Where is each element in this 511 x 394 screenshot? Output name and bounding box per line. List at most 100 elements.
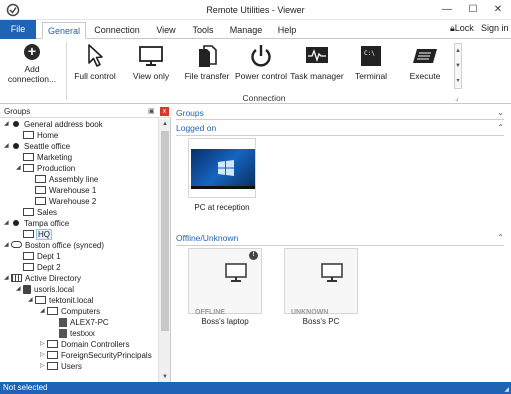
- panel-close-icon[interactable]: x: [160, 107, 169, 116]
- expand-toggle-icon[interactable]: ◢: [4, 273, 11, 284]
- tree-item-label: Production: [37, 164, 76, 173]
- windows-logo-icon: [218, 160, 234, 176]
- tree-item[interactable]: ◢ tektonit.local: [28, 295, 93, 306]
- power-control-button[interactable]: Power control: [235, 41, 287, 89]
- groups-panel-header: Groups ▣ x: [0, 105, 171, 118]
- expand-toggle-icon[interactable]: ▷: [40, 361, 47, 372]
- gallery-down-icon[interactable]: ▼: [455, 59, 461, 74]
- tree-item[interactable]: Dept 1: [16, 251, 61, 262]
- tab-connection[interactable]: Connection: [92, 22, 142, 39]
- lock-button[interactable]: 🔒︎Lock: [450, 23, 474, 34]
- tree-item[interactable]: Warehouse 1: [28, 185, 96, 196]
- execute-button[interactable]: Execute: [400, 41, 450, 89]
- scroll-up-icon[interactable]: ▲: [159, 119, 171, 129]
- maximize-button[interactable]: ☐: [460, 0, 486, 20]
- pin-icon[interactable]: ▣: [148, 107, 155, 115]
- tree-item[interactable]: testxxx: [52, 328, 95, 339]
- tab-tools[interactable]: Tools: [188, 22, 218, 39]
- expand-toggle-icon[interactable]: ▷: [40, 339, 47, 350]
- tree-item[interactable]: ALEX7-PC: [52, 317, 109, 328]
- file-tab[interactable]: File: [0, 20, 36, 39]
- expand-toggle-icon[interactable]: ◢: [4, 218, 11, 229]
- tab-manage[interactable]: Manage: [226, 22, 266, 39]
- section-divider: [176, 135, 504, 136]
- expand-toggle-icon[interactable]: ▷: [40, 350, 47, 361]
- tree-item[interactable]: ▷ Domain Controllers: [40, 339, 129, 350]
- tree-item-label: tektonit.local: [49, 296, 94, 305]
- view-only-button[interactable]: View only: [126, 41, 176, 89]
- tree-item[interactable]: ◢ Boston office (synced): [4, 240, 104, 251]
- tree-item-label: Computers: [61, 307, 101, 316]
- task-manager-label: Task manager: [290, 71, 344, 81]
- tree-item[interactable]: ▷ ForeignSecurityPrincipals: [40, 350, 152, 361]
- expand-toggle-icon[interactable]: ◢: [28, 295, 35, 306]
- tree-item[interactable]: ◢ Computers: [40, 306, 100, 317]
- close-button[interactable]: ✕: [485, 0, 511, 20]
- chevron-up-icon[interactable]: ⌃: [497, 233, 504, 242]
- chevron-up-icon[interactable]: ⌃: [497, 123, 504, 132]
- tree-item[interactable]: ▷ Users: [40, 361, 82, 372]
- chevron-down-icon[interactable]: ⌄: [497, 108, 504, 117]
- logged-on-section-header[interactable]: Logged on ⌃: [176, 123, 504, 135]
- tree-item[interactable]: HQ: [16, 229, 52, 240]
- file-transfer-label: File transfer: [184, 71, 230, 81]
- offline-section-header[interactable]: Offline/Unknown ⌃: [176, 233, 504, 245]
- full-control-label: Full control: [74, 71, 116, 81]
- expand-toggle-icon[interactable]: ◢: [40, 306, 47, 317]
- folder-icon: [23, 131, 34, 139]
- tree-item[interactable]: Marketing: [16, 152, 72, 163]
- minimize-button[interactable]: —: [434, 0, 460, 20]
- expand-toggle-icon[interactable]: ◢: [4, 119, 11, 130]
- tree-item[interactable]: ◢ usoris.local: [16, 284, 74, 295]
- folder-icon: [47, 362, 58, 370]
- cloud-icon: [11, 241, 22, 248]
- tree-item-label: General address book: [24, 120, 103, 129]
- file-transfer-button[interactable]: File transfer: [182, 41, 232, 89]
- ribbon-gallery-scroll[interactable]: ▲ ▼ ▾: [454, 43, 462, 89]
- gallery-up-icon[interactable]: ▲: [455, 44, 461, 59]
- tree-item[interactable]: Warehouse 2: [28, 196, 96, 207]
- offline-thumbnail: ! OFFLINE: [188, 248, 262, 316]
- expand-toggle-icon[interactable]: ◢: [16, 163, 23, 174]
- tree-item[interactable]: ◢ Seattle office: [4, 141, 70, 152]
- folder-icon: [23, 208, 34, 216]
- tree-item[interactable]: Home: [16, 130, 58, 141]
- groups-section-label: Groups: [176, 108, 204, 118]
- connection-tile-pc-at-reception[interactable]: PC at reception: [188, 138, 256, 218]
- groups-panel: Groups ▣ x ◢ General address book Home ◢ Sea…: [0, 105, 171, 382]
- tree-item[interactable]: ◢ Production: [16, 163, 75, 174]
- connection-tile-boss-pc[interactable]: UNKNOWN Boss's PC: [284, 248, 358, 333]
- tree-item[interactable]: Dept 2: [16, 262, 61, 273]
- add-connection-button[interactable]: + Add connection...: [2, 42, 62, 100]
- folder-icon: [35, 175, 46, 183]
- expand-toggle-icon[interactable]: ◢: [4, 240, 11, 251]
- folder-icon: [35, 197, 46, 205]
- tree-item[interactable]: Sales: [16, 207, 57, 218]
- terminal-button[interactable]: C:\ Terminal: [346, 41, 396, 89]
- gallery-more-icon[interactable]: ▾: [455, 74, 461, 89]
- groups-scrollbar[interactable]: ▲ ▼: [158, 119, 170, 382]
- tree-item-label: Assembly line: [49, 175, 99, 184]
- tab-help[interactable]: Help: [274, 22, 300, 39]
- tile-caption: Boss's laptop: [201, 317, 249, 326]
- tree-item[interactable]: ◢ Active Directory: [4, 273, 81, 284]
- connection-tile-boss-laptop[interactable]: ! OFFLINE Boss's laptop: [188, 248, 262, 333]
- tab-view[interactable]: View: [150, 22, 182, 39]
- scroll-thumb[interactable]: [161, 131, 169, 331]
- address-book-icon: [13, 220, 19, 226]
- status-text: Not selected: [3, 383, 48, 392]
- full-control-button[interactable]: Full control: [70, 41, 120, 89]
- tab-general[interactable]: General: [42, 22, 86, 39]
- terminal-glyph: C:\: [364, 50, 375, 57]
- tree-item[interactable]: ◢ Tampa office: [4, 218, 69, 229]
- tree-item[interactable]: ◢ General address book: [4, 119, 103, 130]
- expand-toggle-icon[interactable]: ◢: [4, 141, 11, 152]
- tree-item[interactable]: Assembly line: [28, 174, 98, 185]
- dialog-launcher-icon[interactable]: ⌟: [455, 94, 458, 102]
- scroll-down-icon[interactable]: ▼: [159, 372, 171, 382]
- resize-grip-icon[interactable]: ◢: [504, 384, 509, 394]
- tree-item-label: Warehouse 2: [49, 197, 97, 206]
- sign-in-link[interactable]: Sign in: [481, 23, 509, 33]
- task-manager-button[interactable]: Task manager: [290, 41, 344, 89]
- expand-toggle-icon[interactable]: ◢: [16, 284, 23, 295]
